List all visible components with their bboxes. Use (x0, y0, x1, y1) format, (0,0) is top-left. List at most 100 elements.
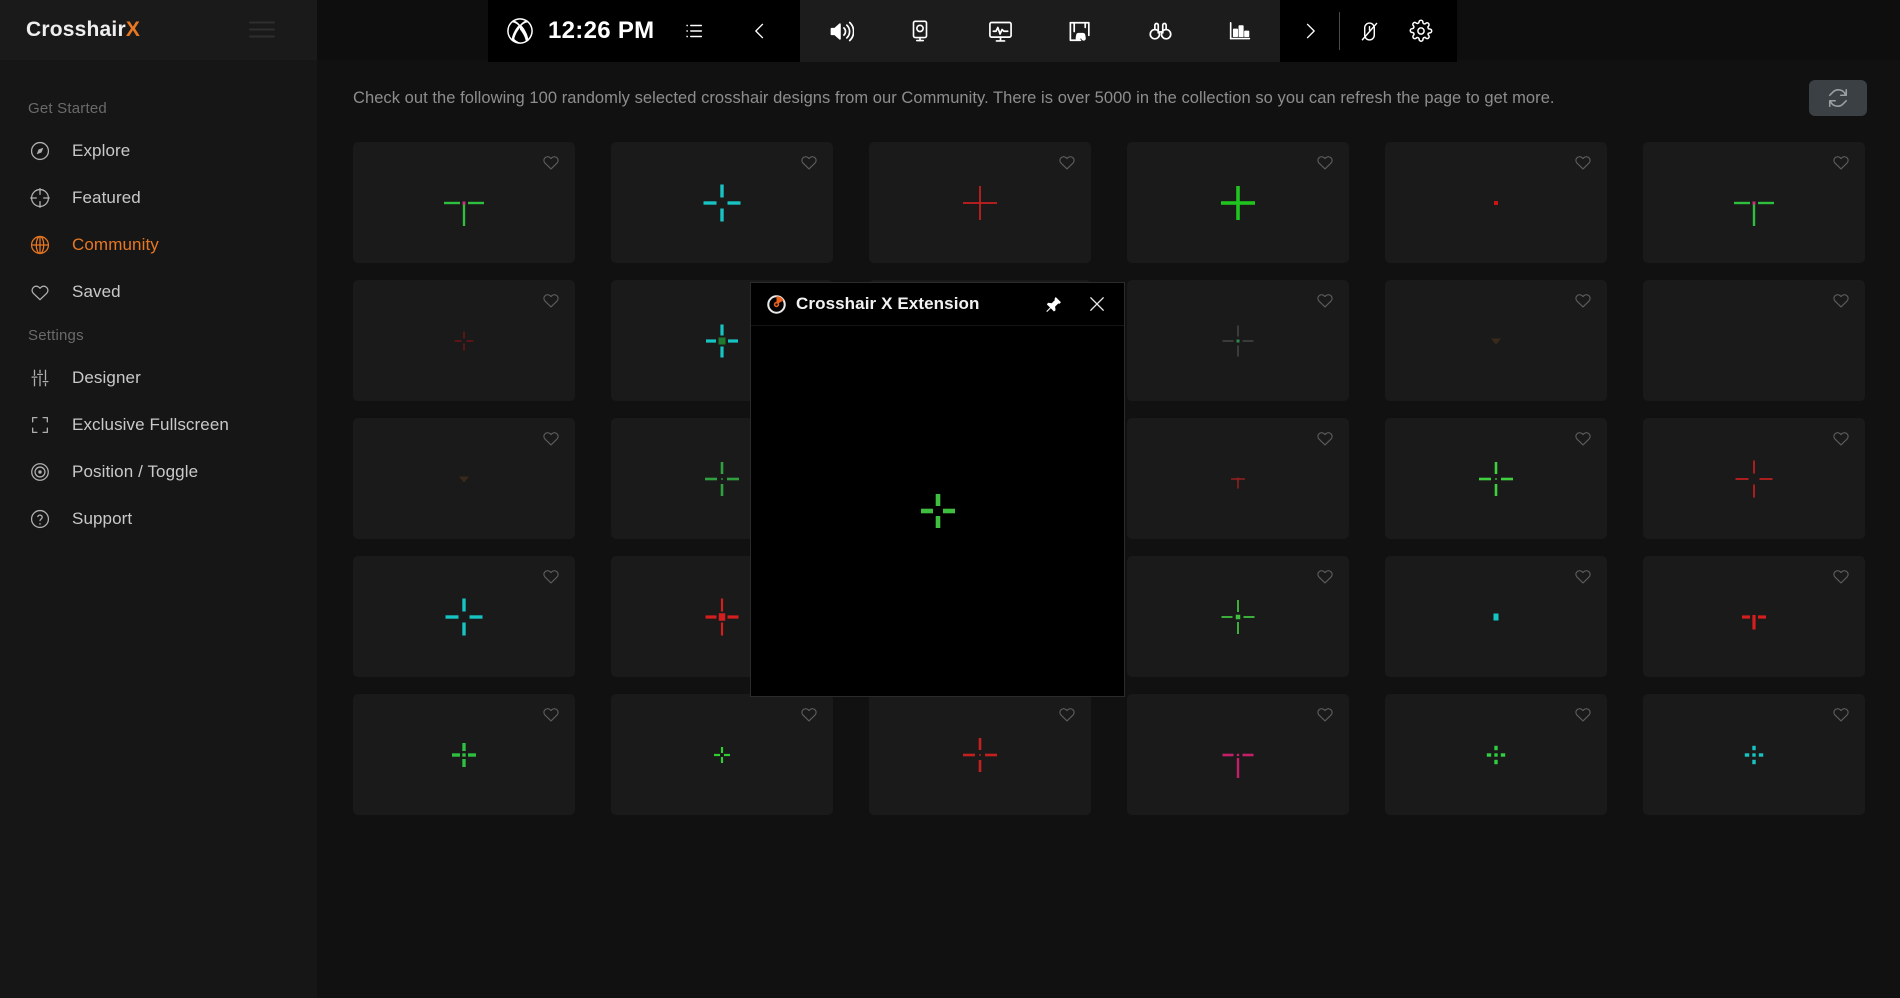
favorite-button[interactable] (1573, 152, 1593, 172)
sidebar-header: CrosshairX (0, 0, 317, 60)
sidebar: CrosshairX Get StartedExploreFeaturedCom… (0, 0, 317, 998)
favorite-button[interactable] (541, 152, 561, 172)
gallery-button[interactable] (1040, 0, 1120, 62)
crosshair-card[interactable] (1643, 694, 1865, 815)
game-bar-widget-cluster (800, 0, 1280, 62)
favorite-button[interactable] (1573, 290, 1593, 310)
crosshair-card[interactable] (1643, 418, 1865, 539)
crosshair-card[interactable] (869, 142, 1091, 263)
film-gamepad-icon (1067, 18, 1094, 45)
heart-outline-icon (541, 428, 561, 448)
favorite-button[interactable] (1573, 428, 1593, 448)
crosshair-card[interactable] (1127, 418, 1349, 539)
looking-for-group-button[interactable] (1120, 0, 1200, 62)
performance-button[interactable] (960, 0, 1040, 62)
hamburger-icon[interactable] (249, 22, 275, 39)
crosshair-card[interactable] (1643, 142, 1865, 263)
favorite-button[interactable] (541, 704, 561, 724)
sidebar-item-label: Designer (72, 368, 141, 388)
favorite-button[interactable] (541, 290, 561, 310)
crosshair-card[interactable] (353, 418, 575, 539)
favorite-button[interactable] (541, 566, 561, 586)
crosshair-icon (28, 186, 52, 210)
crosshair-card[interactable] (353, 694, 575, 815)
sidebar-item-designer[interactable]: Designer (0, 354, 317, 401)
favorite-button[interactable] (799, 704, 819, 724)
favorite-button[interactable] (1831, 704, 1851, 724)
favorite-button[interactable] (1315, 704, 1335, 724)
favorite-button[interactable] (1831, 428, 1851, 448)
crosshair-card[interactable] (1385, 556, 1607, 677)
crosshair-card[interactable] (1127, 694, 1349, 815)
game-bar-divider (1339, 12, 1340, 50)
mouse-off-icon (1358, 20, 1381, 43)
favorite-button[interactable] (1831, 290, 1851, 310)
crosshair-card[interactable] (353, 280, 575, 401)
favorite-button[interactable] (1057, 704, 1077, 724)
mouse-toggle-button[interactable] (1343, 0, 1395, 62)
crosshair-card[interactable] (1643, 280, 1865, 401)
sliders-icon (28, 366, 52, 390)
favorite-button[interactable] (1315, 566, 1335, 586)
favorite-button[interactable] (1831, 566, 1851, 586)
sidebar-section-label: Settings (0, 315, 317, 354)
favorite-button[interactable] (1315, 290, 1335, 310)
pin-button[interactable] (1036, 288, 1070, 320)
crosshair-card[interactable] (353, 142, 575, 263)
game-bar-right-cluster (1280, 0, 1457, 62)
crosshair-card[interactable] (1643, 556, 1865, 677)
sidebar-item-label: Featured (72, 188, 141, 208)
capture-button[interactable] (880, 0, 960, 62)
crosshair-card[interactable] (1385, 418, 1607, 539)
back-button[interactable] (734, 0, 786, 62)
favorite-button[interactable] (799, 152, 819, 172)
audio-button[interactable] (800, 0, 880, 62)
crosshair-card[interactable] (1385, 280, 1607, 401)
sidebar-item-support[interactable]: Support (0, 495, 317, 542)
favorite-button[interactable] (1057, 152, 1077, 172)
heart-outline-icon (1315, 566, 1335, 586)
sidebar-item-exclusive-fullscreen[interactable]: Exclusive Fullscreen (0, 401, 317, 448)
close-button[interactable] (1080, 288, 1114, 320)
crosshair-card[interactable] (1127, 142, 1349, 263)
favorite-button[interactable] (1315, 428, 1335, 448)
list-icon (683, 20, 705, 42)
resources-button[interactable] (1200, 0, 1280, 62)
brand-name: Crosshair (26, 18, 126, 41)
widget-menu-button[interactable] (668, 0, 720, 62)
sidebar-item-featured[interactable]: Featured (0, 174, 317, 221)
sidebar-item-explore[interactable]: Explore (0, 127, 317, 174)
crosshair-card[interactable] (869, 694, 1091, 815)
crosshair-card[interactable] (1385, 142, 1607, 263)
favorite-button[interactable] (541, 428, 561, 448)
widget-title: Crosshair X Extension (796, 294, 1026, 314)
sidebar-item-saved[interactable]: Saved (0, 268, 317, 315)
crosshair-card[interactable] (1127, 556, 1349, 677)
crosshair-card[interactable] (611, 142, 833, 263)
pin-icon (1044, 295, 1063, 314)
crosshair-card[interactable] (1127, 280, 1349, 401)
favorite-button[interactable] (1573, 566, 1593, 586)
widget-title-bar[interactable]: Crosshair X Extension (751, 283, 1124, 326)
crosshair-card[interactable] (1385, 694, 1607, 815)
sidebar-item-label: Saved (72, 282, 121, 302)
refresh-icon (1827, 87, 1849, 109)
sidebar-item-position-toggle[interactable]: Position / Toggle (0, 448, 317, 495)
widget-preview-area[interactable] (751, 326, 1124, 696)
speaker-icon (827, 18, 854, 45)
crosshair-card[interactable] (353, 556, 575, 677)
refresh-button[interactable] (1809, 80, 1867, 116)
bar-chart-icon (1227, 18, 1253, 44)
favorite-button[interactable] (1315, 152, 1335, 172)
heart-outline-icon (541, 566, 561, 586)
heart-outline-icon (1573, 290, 1593, 310)
settings-button[interactable] (1395, 0, 1447, 62)
xbox-logo-icon[interactable] (506, 17, 534, 45)
crosshair-x-logo-icon (767, 295, 786, 314)
target-icon (28, 460, 52, 484)
favorite-button[interactable] (1573, 704, 1593, 724)
more-button[interactable] (1284, 0, 1336, 62)
sidebar-item-community[interactable]: Community (0, 221, 317, 268)
crosshair-card[interactable] (611, 694, 833, 815)
favorite-button[interactable] (1831, 152, 1851, 172)
